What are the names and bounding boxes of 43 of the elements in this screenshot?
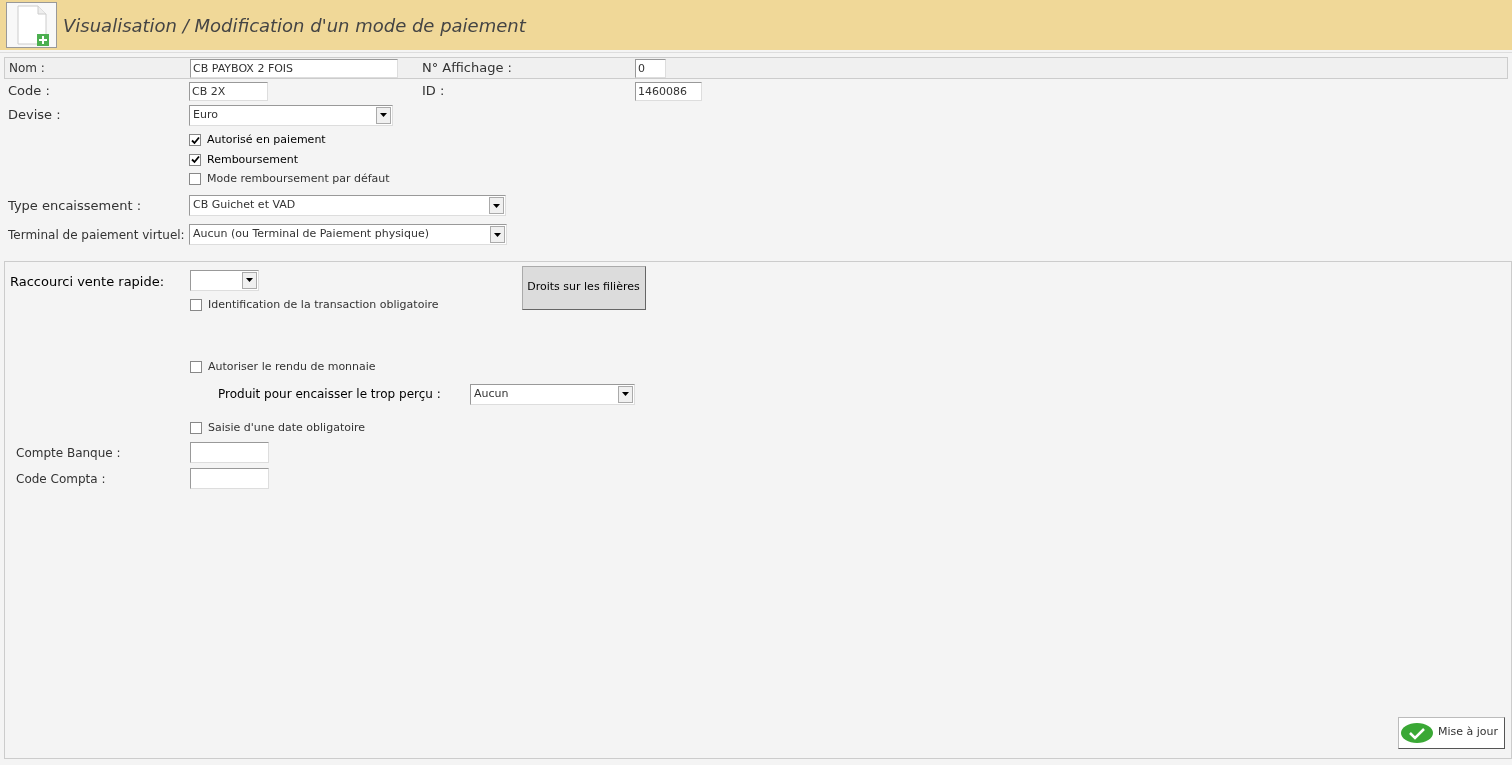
checkbox-label: Saisie d'une date obligatoire <box>208 419 366 436</box>
checkbox[interactable] <box>189 173 201 186</box>
text-field[interactable]: CB 2X <box>189 81 268 101</box>
field-label: Devise : <box>8 106 62 125</box>
dropdown[interactable]: Aucun <box>470 383 635 405</box>
check-icon <box>1401 722 1433 743</box>
field-label: Compte Banque : <box>16 444 122 462</box>
field-label: N° Affichage : <box>422 59 513 78</box>
text-field[interactable]: 1460086 <box>635 81 702 101</box>
page-title: Visualisation / Modification d'un mode de paiement <box>63 13 526 38</box>
caret-icon[interactable] <box>376 106 391 124</box>
caret-icon[interactable] <box>490 226 505 243</box>
dropdown[interactable]: Euro <box>189 104 393 126</box>
field-label: Code : <box>8 82 51 101</box>
checkbox[interactable] <box>189 134 201 147</box>
field-label: Code Compta : <box>16 470 107 488</box>
text-field[interactable]: 0 <box>635 58 666 78</box>
checkbox[interactable] <box>190 298 202 311</box>
field-label: Type encaissement : <box>8 196 142 215</box>
caret-icon[interactable] <box>242 271 257 289</box>
dropdown[interactable]: Aucun (ou Terminal de Paiement physique) <box>189 224 507 245</box>
checkbox-label: Autorisé en paiement <box>207 132 326 148</box>
checkbox[interactable] <box>190 361 202 374</box>
text-field[interactable]: CB PAYBOX 2 FOIS <box>190 58 398 78</box>
caret-icon[interactable] <box>618 385 633 403</box>
update-button[interactable]: Mise à jour <box>1398 716 1505 749</box>
document-add-icon <box>6 2 57 48</box>
text-field[interactable] <box>190 442 269 463</box>
field-label: Raccourci vente rapide: <box>10 272 166 291</box>
rights-button[interactable]: Droits sur les filières <box>521 265 646 310</box>
field-label: ID : <box>422 82 446 101</box>
dropdown[interactable]: CB Guichet et VAD <box>189 195 506 216</box>
field-label: Produit pour encaisser le trop perçu : <box>218 386 442 403</box>
caret-icon[interactable] <box>489 197 504 214</box>
field-label: Nom : <box>9 60 46 77</box>
checkbox-label: Mode remboursement par défaut <box>207 171 390 187</box>
field-label: Terminal de paiement virtuel: <box>8 226 186 244</box>
text-field[interactable] <box>190 468 269 489</box>
checkbox-label: Identification de la transaction obligatoire <box>208 296 439 313</box>
checkbox[interactable] <box>189 153 201 166</box>
checkbox[interactable] <box>190 421 202 434</box>
checkbox-label: Autoriser le rendu de monnaie <box>208 359 376 375</box>
checkbox-label: Remboursement <box>207 151 299 168</box>
